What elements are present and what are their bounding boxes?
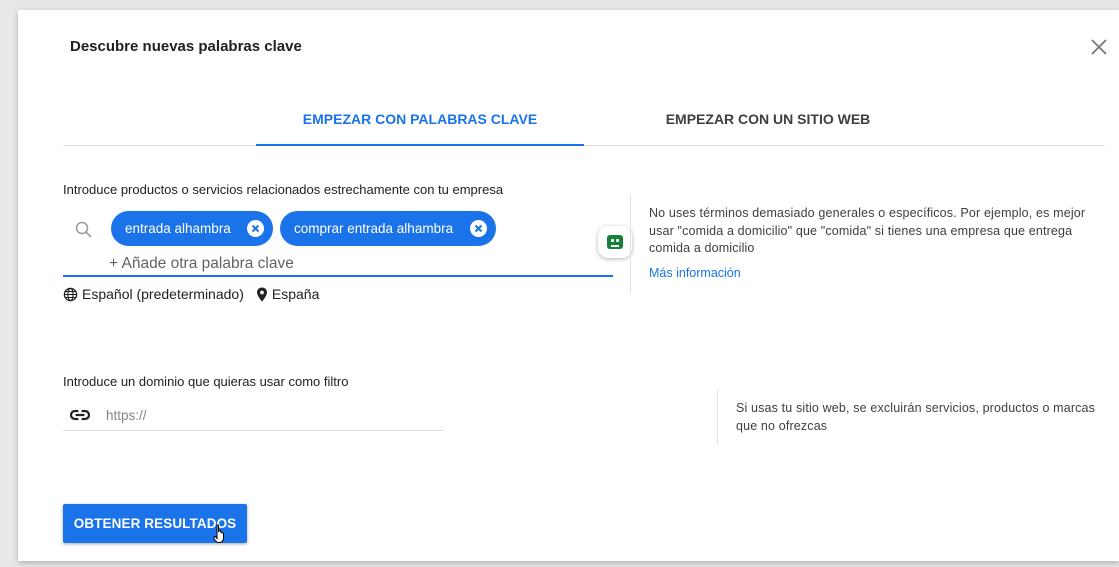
keyword-chip-text: comprar entrada alhambra — [294, 221, 454, 236]
add-keyword-input[interactable]: + Añade otra palabra clave — [109, 255, 294, 273]
keyword-chip-text: entrada alhambra — [125, 221, 231, 236]
location-pin-icon — [256, 286, 267, 302]
tab-start-with-keywords[interactable]: EMPEZAR CON PALABRAS CLAVE — [256, 102, 584, 146]
bot-icon — [607, 235, 623, 249]
search-icon — [74, 220, 94, 240]
keyword-chip[interactable]: comprar entrada alhambra — [280, 211, 496, 246]
location-selector[interactable]: España — [256, 286, 319, 302]
language-value: Español (predeterminado) — [82, 286, 244, 302]
more-info-link[interactable]: Más información — [649, 266, 741, 280]
hand-pointer-icon — [213, 524, 227, 544]
link-icon — [68, 403, 92, 427]
remove-chip-button[interactable] — [247, 220, 264, 237]
divider — [630, 196, 631, 292]
divider — [717, 390, 718, 444]
tab-bar: EMPEZAR CON PALABRAS CLAVE EMPEZAR CON U… — [63, 102, 1105, 146]
keyword-chip[interactable]: entrada alhambra — [111, 211, 273, 246]
assistant-bubble[interactable] — [598, 226, 632, 258]
language-selector[interactable]: Español (predeterminado) — [63, 286, 244, 302]
keywords-label: Introduce productos o servicios relacion… — [63, 182, 504, 197]
domain-filter-label: Introduce un dominio que quieras usar co… — [63, 374, 349, 389]
remove-chip-button[interactable] — [470, 220, 487, 237]
domain-url-input[interactable] — [106, 403, 442, 427]
close-button[interactable] — [1088, 36, 1110, 58]
tab-start-with-website[interactable]: EMPEZAR CON UN SITIO WEB — [643, 102, 893, 145]
cancel-circle-icon — [251, 224, 260, 233]
keyword-tip-text: No uses términos demasiado generales o e… — [649, 206, 1086, 255]
dialog-title: Descubre nuevas palabras clave — [70, 38, 302, 55]
domain-input-underline — [63, 430, 444, 431]
targeting-row: Español (predeterminado) España — [63, 286, 319, 302]
globe-icon — [63, 287, 78, 301]
cancel-circle-icon — [474, 224, 483, 233]
close-icon — [1091, 39, 1107, 55]
domain-filter-note: Si usas tu sitio web, se excluirán servi… — [736, 401, 1096, 433]
location-value: España — [271, 286, 320, 302]
keywords-input-underline — [63, 275, 613, 277]
keyword-discovery-dialog: Descubre nuevas palabras clave EMPEZAR C… — [18, 10, 1119, 561]
